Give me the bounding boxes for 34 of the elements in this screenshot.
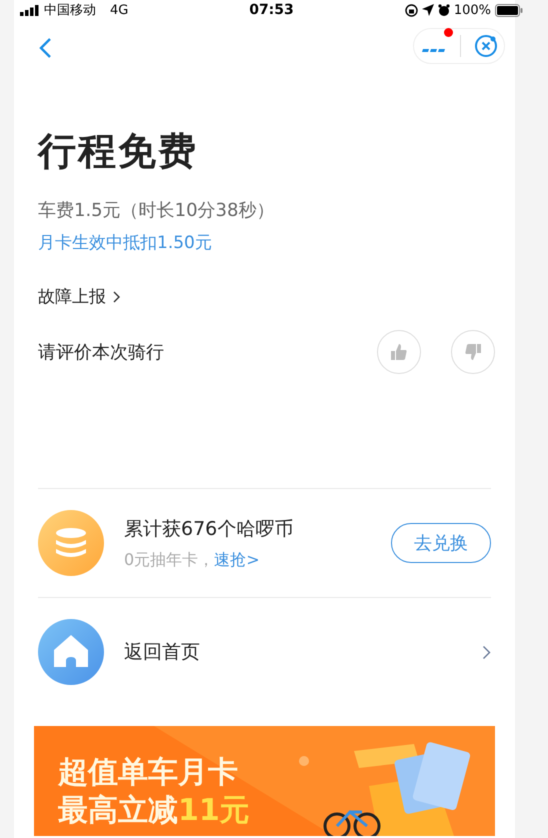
coin-stack-icon (38, 510, 104, 576)
chevron-right-icon (112, 290, 121, 304)
fault-report-link[interactable]: 故障上报 (38, 284, 121, 310)
battery-icon (494, 4, 523, 16)
chevron-right-icon (482, 644, 491, 660)
location-arrow-icon (422, 4, 434, 16)
clock-time: 07:53 (249, 2, 294, 18)
trip-title: 行程免费 (38, 128, 199, 175)
lottery-note: 0元抽年卡， (124, 550, 214, 568)
banner-amount: 11元 (178, 793, 250, 828)
thumbs-down-icon (463, 342, 483, 362)
promo-banner[interactable]: 超值单车月卡 最高立减11元 (34, 726, 495, 836)
back-icon[interactable] (38, 37, 52, 59)
close-icon[interactable] (474, 34, 498, 58)
thumbs-up-icon (389, 342, 409, 362)
signal-icon (20, 4, 40, 16)
fare-detail: 车费1.5元（时长10分38秒） (38, 199, 276, 223)
thumbs-down-button[interactable] (451, 330, 495, 374)
carrier-name: 中国移动 (44, 2, 96, 19)
network-type: 4G (110, 2, 128, 18)
alarm-icon (438, 4, 450, 16)
battery-percent: 100% (454, 2, 491, 18)
rating-prompt: 请评价本次骑行 (38, 341, 164, 364)
discount-note: 月卡生效中抵扣1.50元 (38, 232, 213, 255)
thumbs-up-button[interactable] (377, 330, 421, 374)
coin-total: 累计获676个哈啰币 (124, 516, 294, 542)
rotation-lock-icon (404, 4, 418, 16)
home-icon (38, 619, 104, 685)
redeem-button[interactable]: 去兑换 (391, 523, 491, 563)
home-label: 返回首页 (124, 640, 201, 665)
grab-link[interactable]: 速抢> (214, 550, 260, 568)
home-row[interactable]: 返回首页 (38, 598, 491, 706)
banner-offer: 最高立减 (58, 793, 178, 828)
banner-headline: 超值单车月卡 (58, 754, 239, 792)
